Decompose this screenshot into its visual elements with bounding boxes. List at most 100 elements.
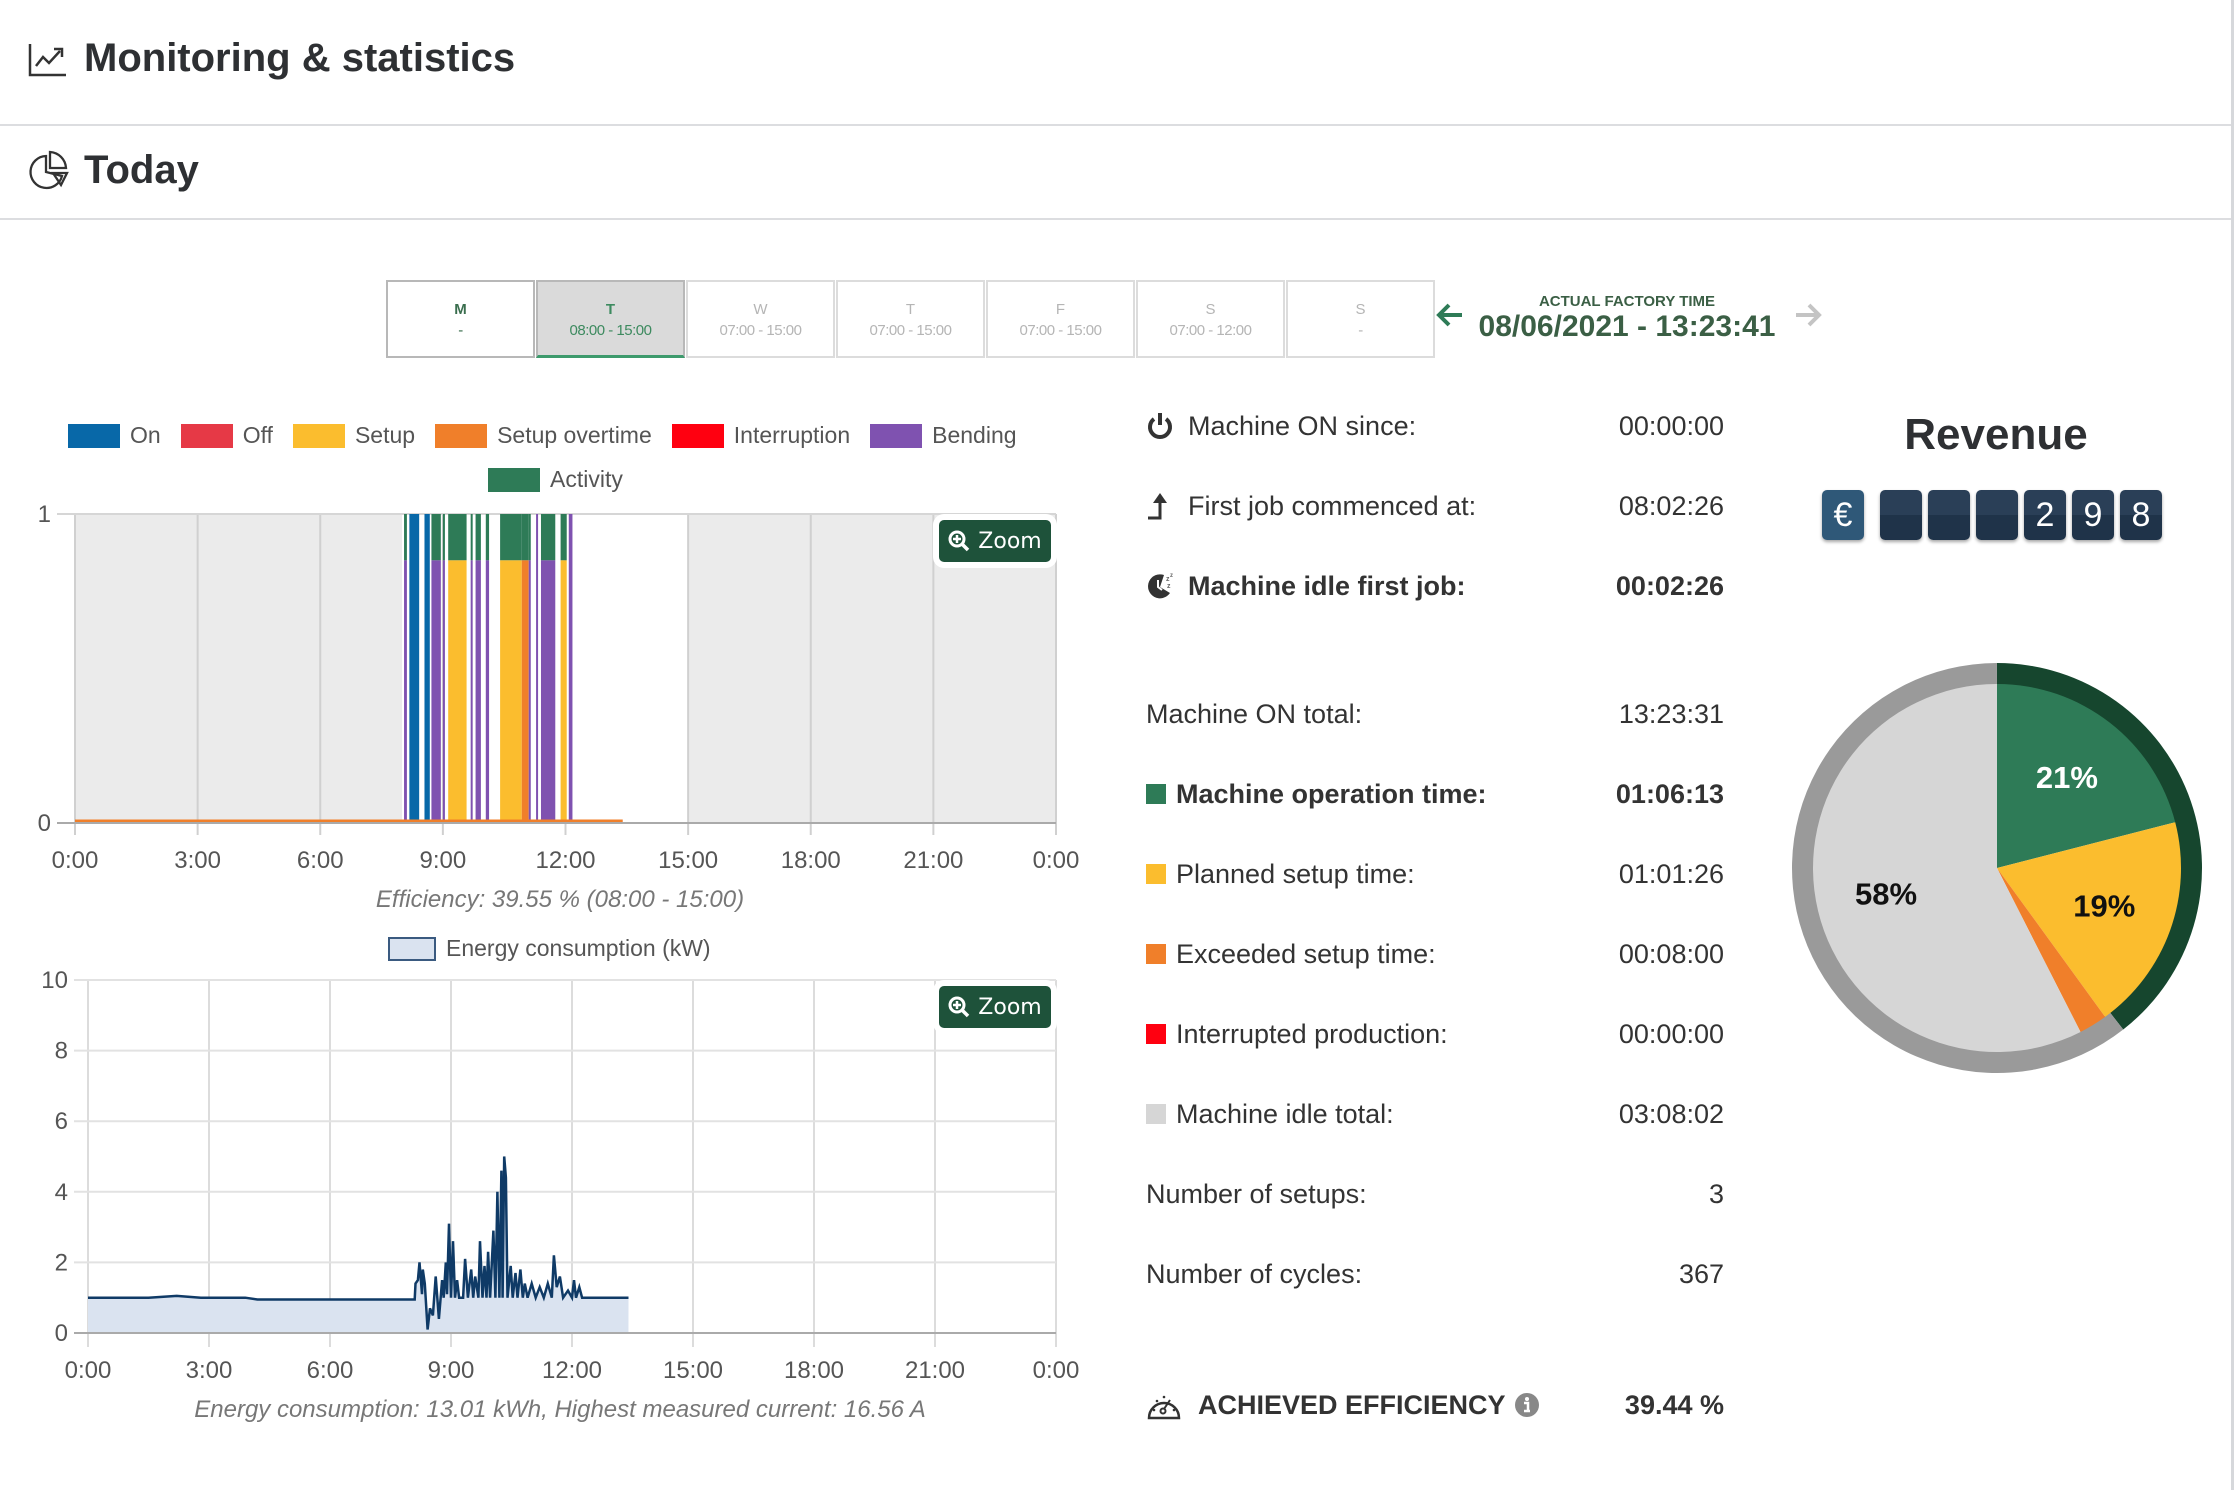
revenue-digit [1976,490,2018,540]
day-tab-hours: 07:00 - 15:00 [1019,322,1102,339]
legend-item[interactable]: On [68,422,161,449]
stat-row: Number of cycles: 367 [1146,1254,1724,1294]
stat-row: Machine idle total: 03:08:02 [1146,1094,1724,1134]
legend-label: On [130,422,161,448]
energy-legend: Energy consumption (kW) [388,935,711,962]
x-tick-label: 15:00 [658,847,718,874]
state-bar [424,514,430,823]
timeline-zoom-button[interactable]: Zoom [939,520,1051,562]
factory-time-label: ACTUAL FACTORY TIME [1538,293,1716,310]
activity-bar [528,514,531,561]
page-header: Monitoring & statistics [0,0,2231,126]
svg-text:z: z [1167,583,1171,590]
activity-bar [521,514,529,561]
stat-value: 367 [1678,1258,1724,1289]
day-tab-hours: 07:00 - 15:00 [719,322,802,339]
stat-value: 01:01:26 [1618,858,1724,889]
state-bar [442,560,445,823]
state-bar [500,560,522,823]
legend-label: Off [242,422,273,448]
arrow-right-icon[interactable] [1792,300,1824,330]
stat-value: 00:00:00 [1618,410,1724,441]
stat-row: Exceeded setup time: 00:08:00 [1146,934,1724,974]
day-tab-letter: T [905,301,916,318]
day-tab[interactable]: F 07:00 - 15:00 [986,280,1135,358]
x-tick-label: 6:00 [307,1357,354,1384]
day-tab[interactable]: S 07:00 - 12:00 [1136,280,1285,358]
stat-row: Machine operation time: 01:06:13 [1146,774,1724,814]
page-title: Monitoring & statistics [84,36,516,80]
stat-idle-first-job: z z z Machine idle first job: 00:02:26 [1146,566,1724,606]
x-tick-label: 21:00 [905,1357,965,1384]
state-bar [404,560,407,823]
stat-swatch [1146,1024,1166,1044]
y-tick-label: 2 [55,1249,68,1276]
stat-achieved-efficiency: ACHIEVED EFFICIENCY 39.44 % [1146,1385,1724,1425]
x-tick-label: 0:00 [1033,1357,1080,1384]
legend-label: Setup overtime [497,422,652,448]
revenue-counter: € 298 [1822,490,2168,540]
activity-bar [485,514,490,561]
pie-label: 19% [2073,889,2135,924]
timeline-legend-row2: Activity [488,466,643,493]
day-tab-hours: 08:00 - 15:00 [569,322,652,339]
state-bar [528,560,531,823]
factory-time-value: 08/06/2021 - 13:23:41 [1478,310,1776,343]
day-tab-hours: 07:00 - 15:00 [869,322,952,339]
legend-label: Interruption [733,422,851,448]
info-icon[interactable] [1514,1392,1540,1418]
y-tick-label: 0 [38,810,51,837]
stat-first-job: First job commenced at: 08:02:26 [1146,486,1724,526]
stat-value: 00:08:00 [1618,938,1724,969]
efficiency-label: ACHIEVED EFFICIENCY [1198,1389,1506,1420]
day-tab-letter: F [1055,301,1066,318]
energy-legend-label: Energy consumption (kW) [446,935,711,961]
activity-bar [500,514,522,561]
zoom-in-icon [948,996,970,1018]
energy-zoom-button[interactable]: Zoom [939,986,1051,1028]
day-tab-hours: 07:00 - 12:00 [1169,322,1252,339]
activity-bar [540,514,556,561]
stat-swatch [1146,944,1166,964]
day-tab-letter: W [753,301,768,318]
day-tab-letter: T [605,301,616,318]
stat-value: 00:02:26 [1615,570,1724,601]
stat-label: Number of cycles: [1146,1258,1363,1289]
efficiency-caption: Efficiency: 39.55 % (08:00 - 15:00) [375,886,745,913]
legend-item[interactable]: Setup [292,422,415,449]
activity-bar [560,514,567,561]
energy-consumption-chart: 0 2 4 6 8 10 0:00 3:00 6:00 9:00 12:00 15:00 18:00 21… [41,967,1080,1384]
stat-label: Machine idle total: [1176,1098,1394,1129]
legend-item[interactable]: Off [180,422,273,449]
x-tick-label: 6:00 [297,847,344,874]
day-tab[interactable]: M- [386,280,535,358]
pie-label: 58% [1855,877,1917,912]
x-tick-label: 0:00 [1033,847,1080,874]
x-tick-label: 3:00 [174,847,221,874]
legend-item[interactable]: Activity [488,466,623,493]
arrow-left-icon[interactable] [1434,300,1466,330]
legend-item[interactable]: Bending [870,422,1017,449]
legend-swatch [488,467,540,492]
efficiency-value: 39.44 % [1624,1389,1724,1420]
legend-swatch [870,423,923,448]
day-tab-letter: S [1355,301,1366,318]
x-tick-label: 0:00 [52,847,99,874]
day-tab[interactable]: S- [1286,280,1435,358]
day-tab[interactable]: T 07:00 - 15:00 [836,280,985,358]
x-tick-label: 0:00 [65,1357,112,1384]
legend-label: Activity [550,466,623,492]
legend-item[interactable]: Setup overtime [435,422,652,449]
day-tab-letter: S [1205,301,1216,318]
day-tab[interactable]: W 07:00 - 15:00 [686,280,835,358]
day-tab-hours: - [1358,322,1363,339]
activity-bar [475,514,481,561]
time-breakdown-pie-chart: 21% 19% 58% [1792,663,2202,1073]
state-bar [409,514,420,823]
legend-item[interactable]: Interruption [671,422,851,449]
zoom-in-icon [948,530,970,552]
svg-text:z: z [1170,573,1173,579]
revenue-digit: 8 [2120,490,2162,540]
day-tab[interactable]: T 08:00 - 15:00 [536,280,685,358]
revenue-title: Revenue [1904,410,2088,459]
